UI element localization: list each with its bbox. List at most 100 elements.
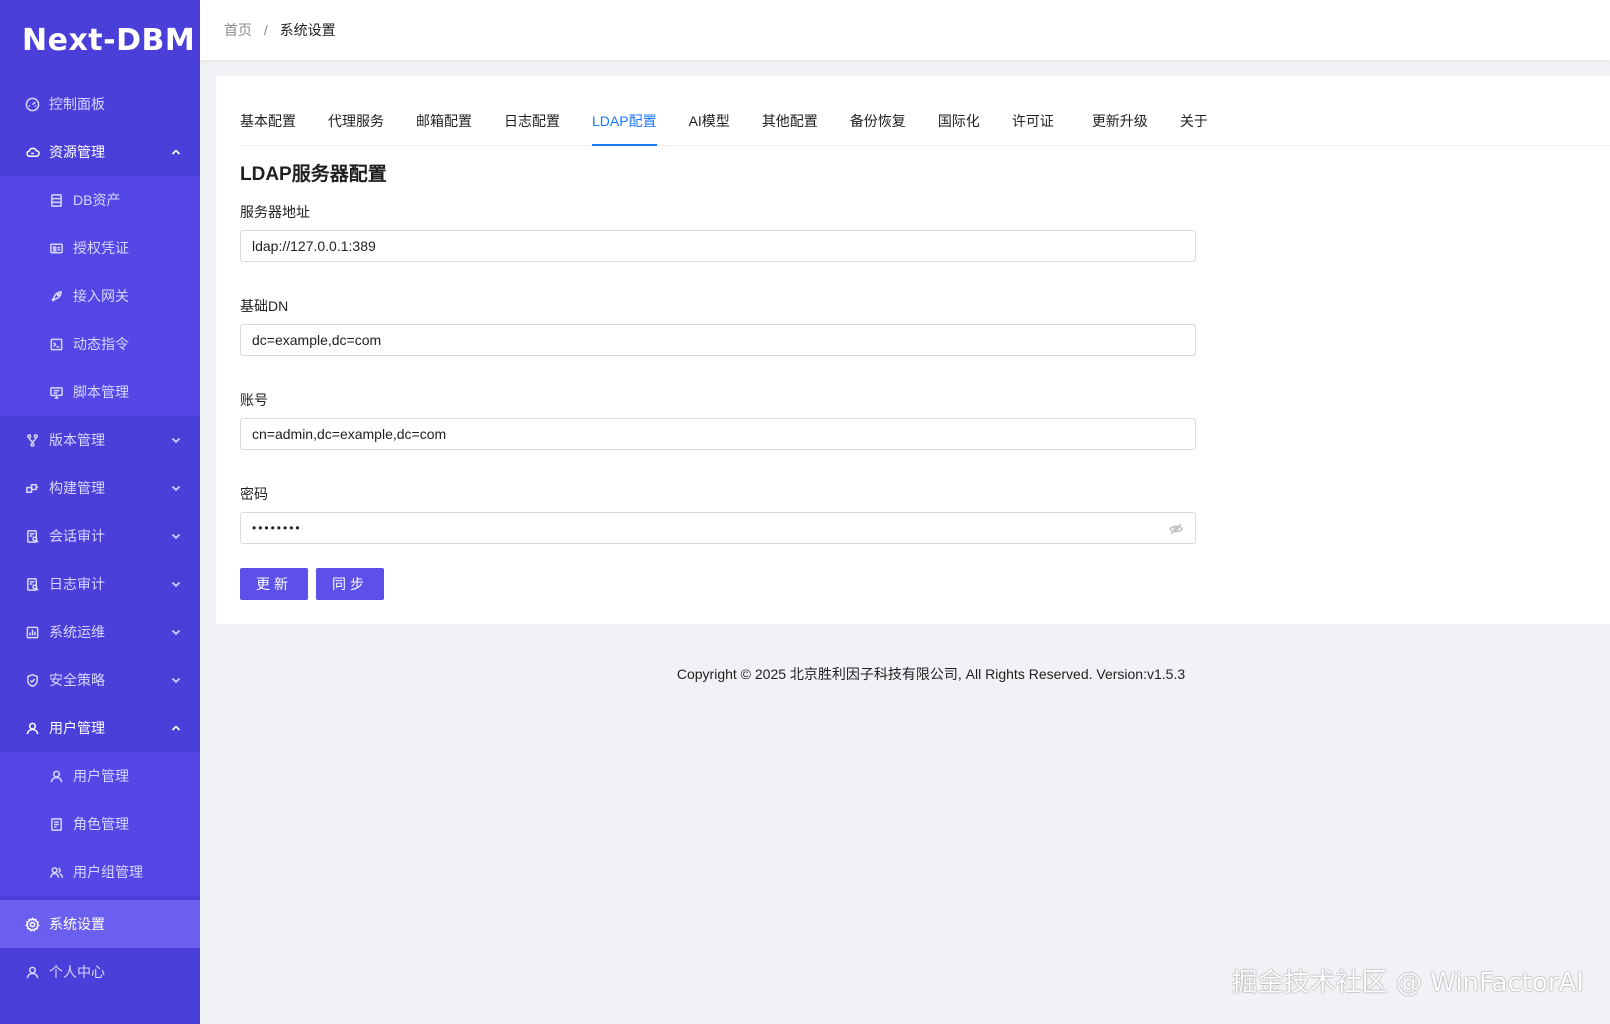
sidebar-item-builds[interactable]: 构建管理 <box>0 464 200 512</box>
sidebar-item-log-audit[interactable]: 日志审计 <box>0 560 200 608</box>
sidebar-item-dynamic-commands[interactable]: 动态指令 <box>0 320 200 368</box>
eye-invisible-icon[interactable] <box>1169 522 1183 536</box>
sidebar-item-label: 构建管理 <box>49 480 105 496</box>
gear-icon <box>24 916 40 932</box>
account-input[interactable]: cn=admin,dc=example,dc=com <box>240 418 1196 450</box>
submenu-resources: DB资产 授权凭证 接入网关 动态指令 脚本管理 <box>0 176 200 416</box>
sidebar-item-label: 角色管理 <box>73 816 129 832</box>
breadcrumb-separator: / <box>263 22 268 38</box>
tab-other[interactable]: 其他配置 <box>762 111 818 145</box>
sidebar-item-db-assets[interactable]: DB资产 <box>0 176 200 224</box>
sidebar-item-user-management[interactable]: 用户管理 <box>0 752 200 800</box>
tab-log[interactable]: 日志配置 <box>504 111 560 145</box>
tab-ai-model[interactable]: AI模型 <box>689 111 730 145</box>
chevron-down-icon <box>170 626 182 638</box>
sync-button[interactable]: 同步 <box>316 568 384 600</box>
chevron-down-icon <box>170 674 182 686</box>
app-logo[interactable]: Next-DBM <box>0 0 200 80</box>
dashboard-icon <box>24 96 40 112</box>
tab-upgrade[interactable]: 更新升级 <box>1092 111 1148 145</box>
password-value: •••••••• <box>252 521 302 535</box>
chevron-down-icon <box>170 434 182 446</box>
tab-license[interactable]: 许可证 <box>1012 111 1054 145</box>
log-icon <box>24 576 40 592</box>
settings-card: 基本配置 代理服务 邮箱配置 日志配置 LDAP配置 AI模型 其他配置 备份恢… <box>216 76 1610 624</box>
sidebar-item-ops[interactable]: 系统运维 <box>0 608 200 656</box>
copyright-footer: Copyright © 2025 北京胜利因子科技有限公司, All Right… <box>676 666 1186 682</box>
sidebar-item-gateway[interactable]: 接入网关 <box>0 272 200 320</box>
shield-icon <box>24 672 40 688</box>
sidebar-item-label: 安全策略 <box>49 672 105 688</box>
cloud-icon <box>24 144 40 160</box>
sidebar-item-label: 版本管理 <box>49 432 105 448</box>
sidebar-item-label: 脚本管理 <box>73 384 129 400</box>
sidebar-item-label: 用户管理 <box>73 768 129 784</box>
sidebar-item-label: 用户管理 <box>49 720 105 736</box>
password-label: 密码 <box>240 486 268 502</box>
base-dn-label: 基础DN <box>240 298 289 314</box>
sidebar: Next-DBM 控制面板 资源管理 DB资产 授权凭证 接入网关 动态指令 脚… <box>0 0 200 1024</box>
sidebar-item-label: 系统设置 <box>49 916 105 932</box>
sidebar-item-resources[interactable]: 资源管理 <box>0 128 200 176</box>
server-address-label: 服务器地址 <box>240 204 310 220</box>
sidebar-item-label: 日志审计 <box>49 576 105 592</box>
server-address-input[interactable]: ldap://127.0.0.1:389 <box>240 230 1196 262</box>
sidebar-item-security[interactable]: 安全策略 <box>0 656 200 704</box>
password-input[interactable]: •••••••• <box>240 512 1196 544</box>
breadcrumb-home[interactable]: 首页 <box>224 22 252 38</box>
ops-icon <box>24 624 40 640</box>
tab-i18n[interactable]: 国际化 <box>938 111 980 145</box>
terminal-icon <box>48 336 64 352</box>
base-dn-input[interactable]: dc=example,dc=com <box>240 324 1196 356</box>
audit-icon <box>24 528 40 544</box>
top-header: 首页 / 系统设置 <box>200 0 1610 60</box>
sidebar-item-label: 个人中心 <box>49 964 105 980</box>
sidebar-item-session-audit[interactable]: 会话审计 <box>0 512 200 560</box>
update-button[interactable]: 更新 <box>240 568 308 600</box>
sidebar-item-profile[interactable]: 个人中心 <box>0 948 200 996</box>
chevron-up-icon <box>170 722 182 734</box>
user-icon <box>24 720 40 736</box>
tab-backup[interactable]: 备份恢复 <box>850 111 906 145</box>
tab-about[interactable]: 关于 <box>1180 111 1208 145</box>
sidebar-item-label: 用户组管理 <box>73 864 143 880</box>
tab-proxy[interactable]: 代理服务 <box>328 111 384 145</box>
breadcrumb-current: 系统设置 <box>279 22 336 38</box>
sidebar-item-scripts[interactable]: 脚本管理 <box>0 368 200 416</box>
id-card-icon <box>48 240 64 256</box>
sidebar-item-label: 控制面板 <box>49 96 105 112</box>
sidebar-item-label: 资源管理 <box>49 144 105 160</box>
sidebar-item-credentials[interactable]: 授权凭证 <box>0 224 200 272</box>
settings-tabs: 基本配置 代理服务 邮箱配置 日志配置 LDAP配置 AI模型 其他配置 备份恢… <box>240 100 1610 146</box>
chevron-down-icon <box>170 578 182 590</box>
watermark: 掘金技术社区 @ WinFactorAI <box>1231 968 1584 998</box>
submenu-users: 用户管理 角色管理 用户组管理 <box>0 752 200 896</box>
account-label: 账号 <box>240 392 268 408</box>
section-title: LDAP服务器配置 <box>240 164 387 185</box>
monitor-icon <box>48 384 64 400</box>
group-icon <box>48 864 64 880</box>
database-icon <box>48 192 64 208</box>
sidebar-item-label: 系统运维 <box>49 624 105 640</box>
chevron-down-icon <box>170 530 182 542</box>
sidebar-item-settings[interactable]: 系统设置 <box>0 900 200 948</box>
sidebar-item-label: DB资产 <box>73 192 121 208</box>
sidebar-item-dashboard[interactable]: 控制面板 <box>0 80 200 128</box>
base-dn-value: dc=example,dc=com <box>252 332 382 348</box>
sidebar-item-label: 会话审计 <box>49 528 105 544</box>
tab-basic[interactable]: 基本配置 <box>240 111 296 145</box>
ldap-form: LDAP服务器配置 服务器地址 ldap://127.0.0.1:389 基础D… <box>240 164 1196 600</box>
tab-ldap[interactable]: LDAP配置 <box>592 111 657 146</box>
tab-mail[interactable]: 邮箱配置 <box>416 111 472 145</box>
sidebar-item-label: 动态指令 <box>73 336 129 352</box>
branch-icon <box>24 432 40 448</box>
sidebar-item-roles[interactable]: 角色管理 <box>0 800 200 848</box>
user-icon <box>24 964 40 980</box>
sidebar-item-versions[interactable]: 版本管理 <box>0 416 200 464</box>
breadcrumb: 首页 / 系统设置 <box>224 20 336 40</box>
sidebar-item-users[interactable]: 用户管理 <box>0 704 200 752</box>
sidebar-item-user-groups[interactable]: 用户组管理 <box>0 848 200 896</box>
build-icon <box>24 480 40 496</box>
button-row: 更新 同步 <box>240 568 1196 600</box>
chevron-up-icon <box>170 146 182 158</box>
